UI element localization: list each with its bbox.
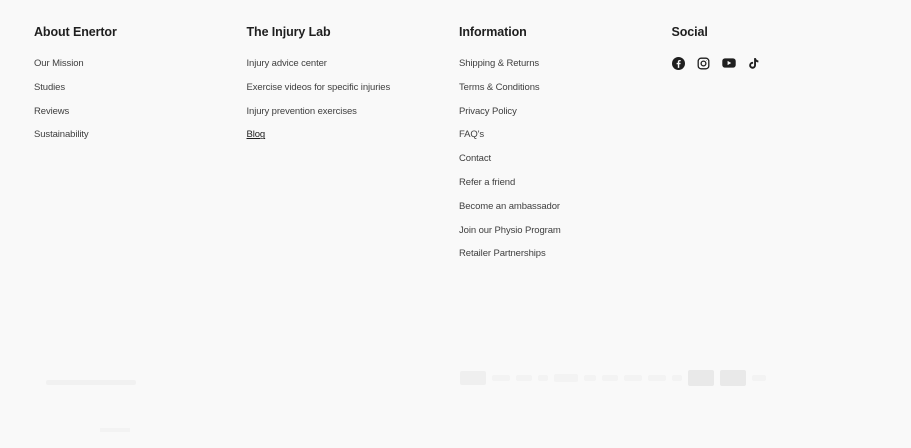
copyright-placeholder: [46, 378, 136, 387]
link-retailer-partnerships[interactable]: Retailer Partnerships: [459, 247, 672, 271]
payment-mark: [492, 375, 510, 381]
link-shipping-returns[interactable]: Shipping & Returns: [459, 57, 672, 81]
payment-mark: [752, 375, 766, 381]
footer-column-injury-lab: The Injury Lab Injury advice center Exer…: [247, 24, 460, 271]
link-reviews[interactable]: Reviews: [34, 105, 247, 129]
link-injury-prevention[interactable]: Injury prevention exercises: [247, 105, 460, 129]
footer-column-social: Social: [672, 24, 885, 271]
payment-mark: [538, 375, 548, 381]
link-injury-advice-center[interactable]: Injury advice center: [247, 57, 460, 81]
link-faqs[interactable]: FAQ's: [459, 128, 672, 152]
injury-lab-links: Injury advice center Exercise videos for…: [247, 57, 460, 152]
payment-mark: [516, 375, 532, 381]
tiktok-icon[interactable]: [747, 56, 761, 70]
link-exercise-videos[interactable]: Exercise videos for specific injuries: [247, 81, 460, 105]
link-privacy-policy[interactable]: Privacy Policy: [459, 105, 672, 129]
payment-mark: [460, 371, 486, 385]
payment-mark: [688, 370, 714, 386]
information-links: Shipping & Returns Terms & Conditions Pr…: [459, 57, 672, 271]
link-contact[interactable]: Contact: [459, 152, 672, 176]
bottom-divider: [100, 428, 130, 432]
payment-mark: [648, 375, 666, 381]
payment-mark: [624, 375, 642, 381]
link-sustainability[interactable]: Sustainability: [34, 128, 247, 152]
column-title-about: About Enertor: [34, 25, 117, 39]
payment-mark: [584, 375, 596, 381]
footer-column-information: Information Shipping & Returns Terms & C…: [459, 24, 672, 271]
link-become-ambassador[interactable]: Become an ambassador: [459, 200, 672, 224]
column-title-injury-lab: The Injury Lab: [246, 25, 331, 39]
link-our-mission[interactable]: Our Mission: [34, 57, 247, 81]
link-studies[interactable]: Studies: [34, 81, 247, 105]
link-terms-conditions[interactable]: Terms & Conditions: [459, 81, 672, 105]
link-refer-a-friend[interactable]: Refer a friend: [459, 176, 672, 200]
facebook-icon[interactable]: [672, 56, 686, 70]
link-blog[interactable]: Blog: [247, 128, 460, 152]
payment-mark: [672, 375, 682, 381]
column-title-information: Information: [459, 25, 527, 39]
social-icons: [672, 56, 885, 70]
footer-bottom-bar: [0, 360, 911, 400]
payment-mark: [602, 375, 618, 381]
footer-columns: About Enertor Our Mission Studies Review…: [34, 24, 894, 271]
about-links: Our Mission Studies Reviews Sustainabili…: [34, 57, 247, 152]
column-title-social: Social: [671, 25, 708, 39]
payment-mark: [554, 374, 578, 382]
footer-column-about: About Enertor Our Mission Studies Review…: [34, 24, 247, 271]
instagram-icon[interactable]: [697, 56, 711, 70]
link-physio-program[interactable]: Join our Physio Program: [459, 224, 672, 248]
payment-mark: [720, 370, 746, 386]
youtube-icon[interactable]: [721, 56, 736, 70]
payment-methods: [460, 370, 766, 386]
